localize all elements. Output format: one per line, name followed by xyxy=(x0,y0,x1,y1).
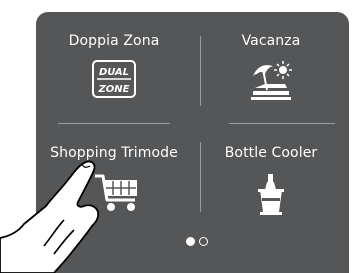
page-dot-2[interactable] xyxy=(199,237,208,246)
svg-text:DUAL: DUAL xyxy=(99,67,129,78)
svg-text:ZONE: ZONE xyxy=(98,84,130,95)
tile-label: Vacanza xyxy=(241,33,301,49)
control-panel: Doppia Zona DUAL ZONE Vacanza Shopping T… xyxy=(36,12,349,273)
screen-stage: Doppia Zona DUAL ZONE Vacanza Shopping T… xyxy=(0,0,355,273)
vacation-icon xyxy=(247,58,295,106)
tile-shopping-trimode[interactable]: Shopping Trimode xyxy=(36,140,192,240)
vertical-divider-top xyxy=(200,36,201,106)
tile-label: Bottle Cooler xyxy=(224,145,318,161)
tile-label: Doppia Zona xyxy=(68,33,160,49)
horizontal-divider-right xyxy=(229,123,335,124)
horizontal-divider-left xyxy=(58,123,170,124)
page-indicator[interactable] xyxy=(186,237,208,246)
tile-vacanza[interactable]: Vacanza xyxy=(193,26,349,126)
shopping-cart-icon xyxy=(93,172,143,218)
dual-zone-icon: DUAL ZONE xyxy=(91,59,137,103)
tile-bottle-cooler[interactable]: Bottle Cooler xyxy=(193,140,349,240)
bottle-cooler-icon xyxy=(256,172,286,220)
page-dot-1[interactable] xyxy=(186,237,195,246)
tile-label: Shopping Trimode xyxy=(50,145,178,161)
tile-doppia-zona[interactable]: Doppia Zona DUAL ZONE xyxy=(36,26,192,126)
